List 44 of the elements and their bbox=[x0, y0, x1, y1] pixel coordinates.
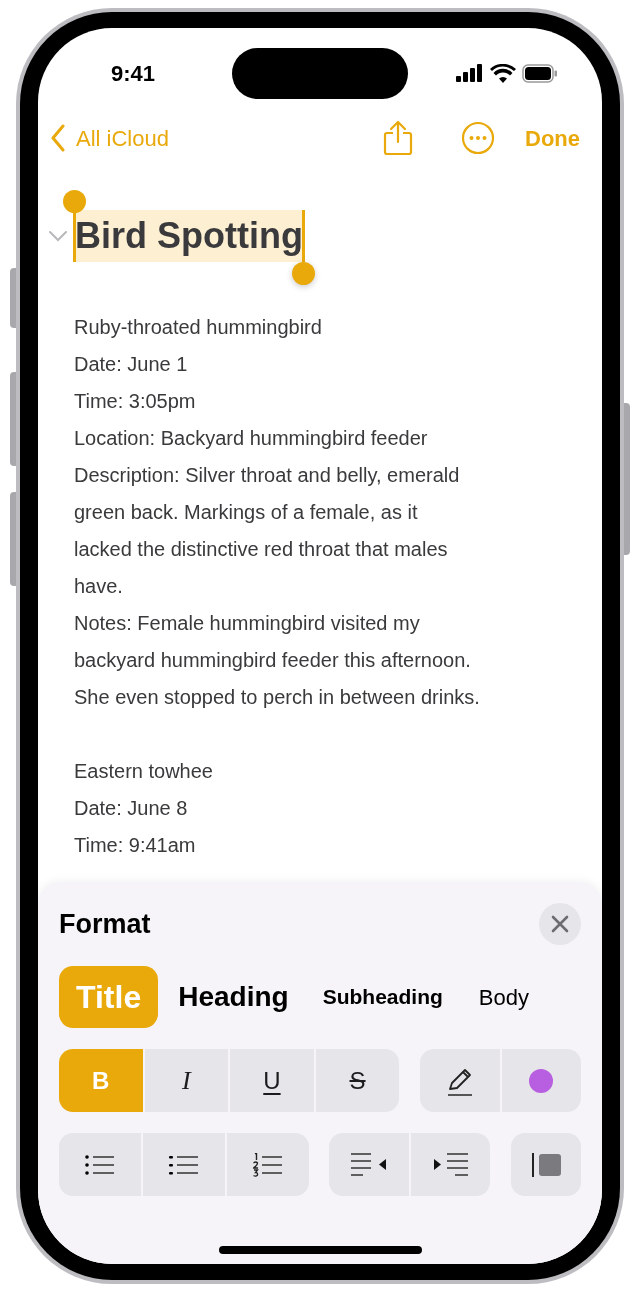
bulleted-list-button[interactable] bbox=[59, 1133, 142, 1196]
close-icon bbox=[551, 915, 569, 933]
panel-title: Format bbox=[59, 907, 151, 941]
note-title: Bird Spotting bbox=[74, 210, 304, 262]
bulleted-list-icon bbox=[85, 1153, 116, 1176]
note-line: She even stopped to perch in between drinks. bbox=[74, 685, 481, 710]
note-line: lacked the distinctive red throat that males bbox=[74, 537, 449, 562]
text-style-button[interactable]: U bbox=[230, 1049, 314, 1112]
numbered-list-icon bbox=[253, 1152, 284, 1177]
note-line: Date: June 1 bbox=[74, 352, 189, 377]
note-line: Eastern towhee bbox=[74, 759, 214, 784]
highlight-button[interactable] bbox=[420, 1049, 500, 1112]
note-line: Time: 3:05pm bbox=[74, 389, 197, 414]
dashed-list-button[interactable] bbox=[143, 1133, 226, 1196]
note-line: Date: June 8 bbox=[74, 796, 189, 821]
signal-icon bbox=[456, 64, 484, 82]
outdent-icon bbox=[351, 1151, 388, 1178]
text-style-button[interactable]: S bbox=[315, 1049, 400, 1112]
note-line: green back. Markings of a female, as it bbox=[74, 500, 419, 525]
battery-icon bbox=[522, 63, 558, 83]
note-line: Location: Backyard hummingbird feeder bbox=[74, 426, 429, 451]
wifi-icon bbox=[490, 63, 516, 83]
note-line: Notes: Female hummingbird visited my bbox=[74, 611, 421, 636]
paragraph-style-button[interactable]: Heading bbox=[176, 966, 291, 1028]
note-line: Time: 9:41am bbox=[74, 833, 197, 858]
block-quote-icon bbox=[530, 1150, 563, 1179]
numbered-list-button[interactable] bbox=[227, 1133, 310, 1196]
note-line: Description: Silver throat and belly, emerald bbox=[74, 463, 461, 488]
block-quote-button[interactable] bbox=[511, 1133, 581, 1196]
note-line: Ruby-throated hummingbird bbox=[74, 315, 323, 340]
outdent-button[interactable] bbox=[329, 1133, 409, 1196]
color-button[interactable] bbox=[501, 1049, 581, 1112]
indent-icon bbox=[432, 1151, 469, 1178]
close-button[interactable] bbox=[539, 903, 581, 945]
color-dot-icon bbox=[529, 1068, 554, 1093]
dashed-list-icon bbox=[169, 1153, 200, 1176]
indent-button[interactable] bbox=[410, 1133, 491, 1196]
status-time: 9:41 bbox=[109, 59, 156, 88]
note-line: have. bbox=[74, 574, 124, 599]
paragraph-style-button[interactable]: Subheading bbox=[308, 966, 457, 1028]
text-style-button[interactable]: I bbox=[144, 1049, 229, 1112]
note-line: backyard hummingbird feeder this afternoon. bbox=[74, 648, 472, 673]
back-chevron-icon bbox=[50, 124, 66, 152]
paragraph-style-button[interactable]: Body bbox=[474, 966, 533, 1028]
